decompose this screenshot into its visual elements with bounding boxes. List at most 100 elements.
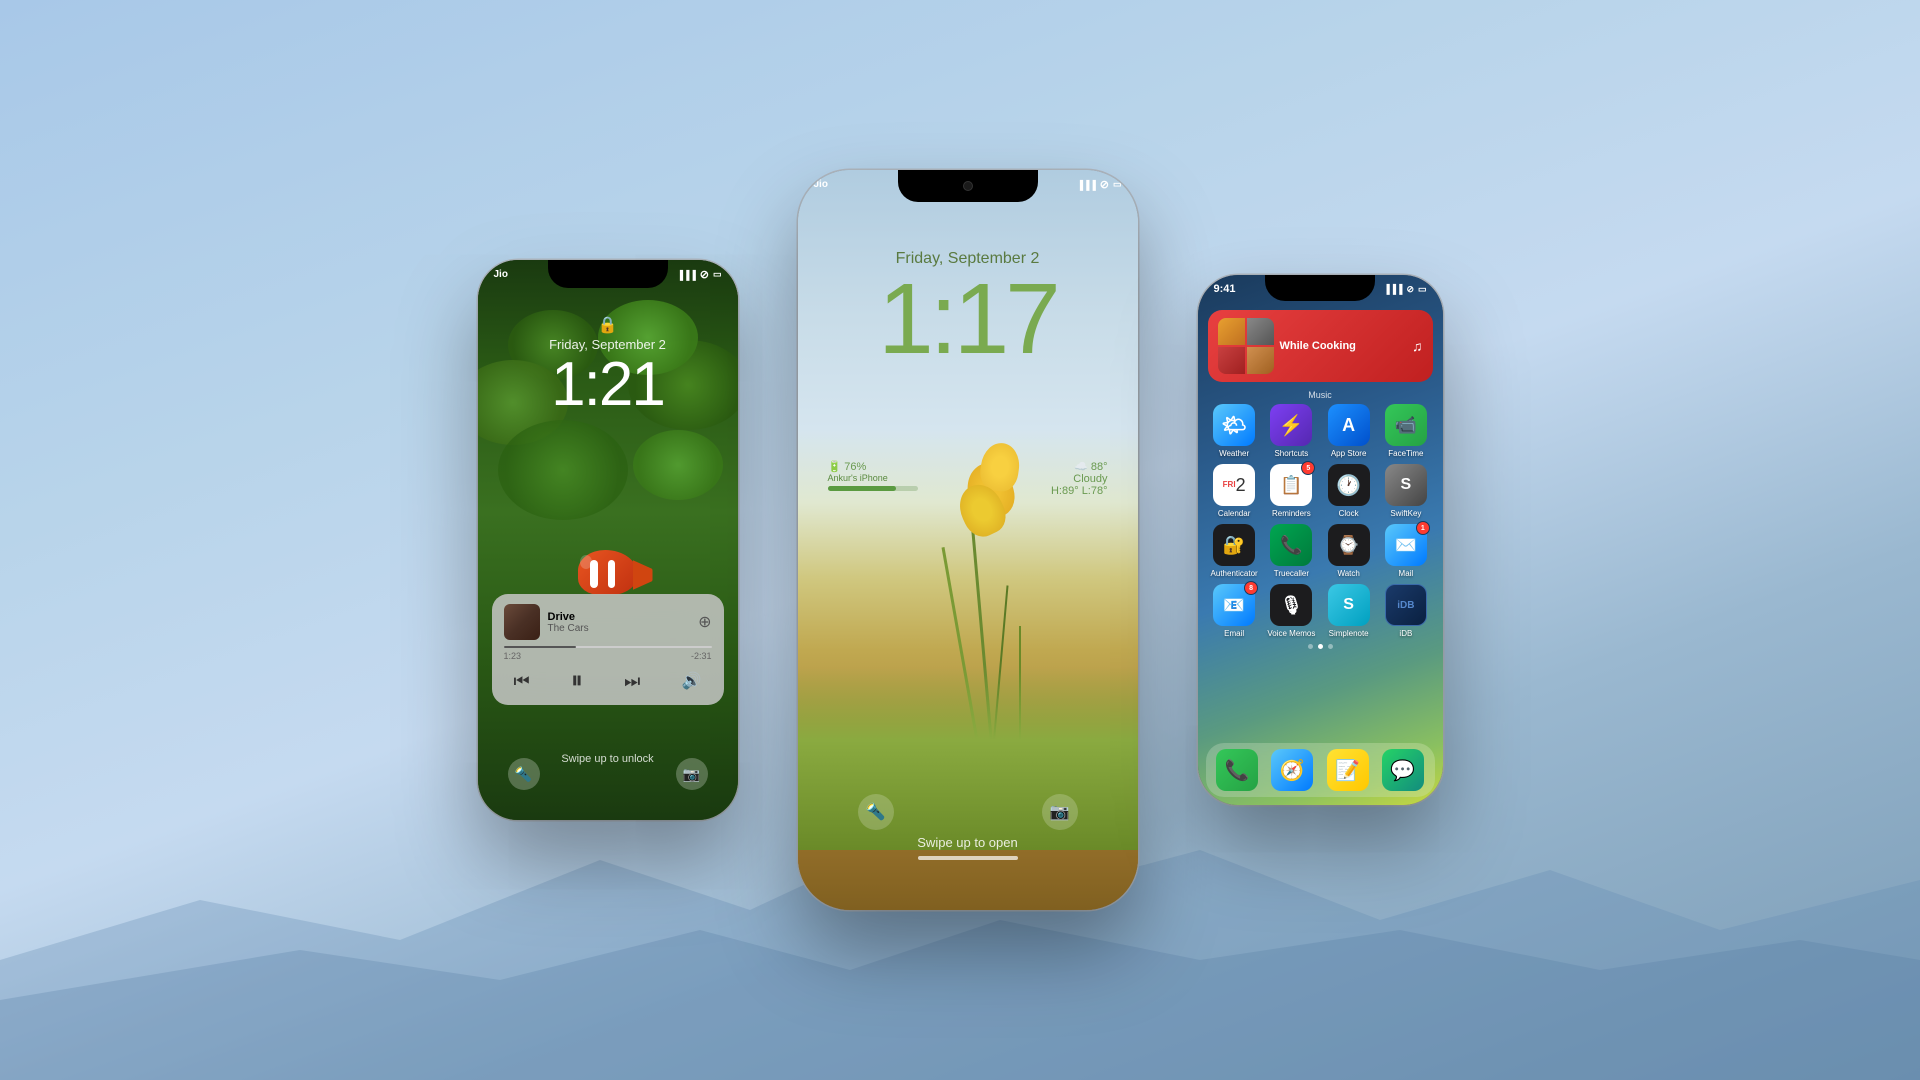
- app-row-1: 🌤 Weather ⚡ Shortcuts A Ap: [1208, 404, 1433, 458]
- left-carrier: Jio: [494, 269, 508, 280]
- app-shortcuts[interactable]: ⚡ Shortcuts: [1265, 404, 1318, 458]
- music-player[interactable]: Drive The Cars ⊕ 1:23 -2:31 ⏮ ⏸ ⏭ 🔊: [492, 594, 724, 705]
- flower-scene: [798, 443, 1138, 850]
- play-pause-button[interactable]: ⏸: [571, 667, 583, 695]
- banner-text: While Cooking: [1280, 340, 1407, 352]
- center-notch: [898, 170, 1038, 202]
- dot-1: [1308, 644, 1313, 649]
- app-swiftkey[interactable]: S SwiftKey: [1379, 464, 1432, 518]
- calendar-icon: FRI 2: [1213, 464, 1255, 506]
- app-truecaller[interactable]: 📞 Truecaller: [1265, 524, 1318, 578]
- music-times: 1:23 -2:31: [504, 651, 712, 661]
- voicememos-icon: 🎙: [1270, 584, 1312, 626]
- app-simplenote[interactable]: S Simplenote: [1322, 584, 1375, 638]
- center-battery-icon: ▭: [1113, 179, 1122, 190]
- home-content: While Cooking ♫ Music 🌤 Weather: [1198, 310, 1443, 805]
- dot-3: [1328, 644, 1333, 649]
- weather-widget: ☁️ 88° Cloudy H:89° L:78°: [1051, 460, 1108, 497]
- app-mail[interactable]: ✉️ 1 Mail: [1379, 524, 1432, 578]
- right-signal-icon: ▐▐▐: [1383, 284, 1402, 294]
- battery-widget: 🔋 76% Ankur's iPhone: [828, 460, 918, 497]
- facetime-icon: 📹: [1385, 404, 1427, 446]
- app-clock[interactable]: 🕐 Clock: [1322, 464, 1375, 518]
- clock-icon: 🕐: [1328, 464, 1370, 506]
- app-calendar[interactable]: FRI 2 Calendar: [1208, 464, 1261, 518]
- album-cell-1: [1218, 318, 1245, 345]
- dock-whatsapp[interactable]: 💬: [1377, 749, 1428, 791]
- watch-icon: ⌚: [1328, 524, 1370, 566]
- battery-icon: ▭: [713, 269, 722, 280]
- right-time: 9:41: [1214, 283, 1236, 295]
- now-playing-banner[interactable]: While Cooking ♫: [1208, 310, 1433, 382]
- simplenote-label: Simplenote: [1329, 629, 1369, 638]
- weather-temp: 88°: [1091, 461, 1108, 473]
- lily-pad-5: [498, 420, 628, 520]
- dock-notes[interactable]: 📝: [1322, 749, 1373, 791]
- right-status-icons: ▐▐▐ ⊘ ▭: [1383, 284, 1426, 295]
- right-battery-icon: ▭: [1418, 284, 1427, 295]
- music-time-current: 1:23: [504, 651, 522, 661]
- mail-icon: ✉️ 1: [1385, 524, 1427, 566]
- music-progress-bar: [504, 646, 712, 648]
- app-facetime[interactable]: 📹 FaceTime: [1379, 404, 1432, 458]
- center-camera: [963, 181, 973, 191]
- phone-right: 9:41 ▐▐▐ ⊘ ▭: [1198, 275, 1443, 805]
- app-watch[interactable]: ⌚ Watch: [1322, 524, 1375, 578]
- center-status-icons: ▐▐▐ ⊘ ▭: [1077, 178, 1122, 191]
- right-wifi-icon: ⊘: [1406, 284, 1414, 295]
- app-email[interactable]: 📧 8 Email: [1208, 584, 1261, 638]
- music-title: Drive: [548, 611, 691, 623]
- page-dots: [1208, 644, 1433, 649]
- music-thumb-image: [504, 604, 540, 640]
- signal-icon: ▐▐▐: [677, 270, 696, 280]
- volume-icon[interactable]: 🔊: [682, 671, 702, 691]
- dock-notes-icon: 📝: [1327, 749, 1369, 791]
- center-carrier: Jio: [814, 179, 828, 190]
- next-button[interactable]: ⏭: [624, 671, 640, 692]
- battery-bar: [828, 486, 918, 491]
- truecaller-icon: 📞: [1270, 524, 1312, 566]
- idb-icon: iDB: [1385, 584, 1427, 626]
- center-flashlight-button[interactable]: 🔦: [858, 794, 894, 830]
- dock-phone[interactable]: 📞: [1212, 749, 1263, 791]
- weather-label: Weather: [1219, 449, 1249, 458]
- app-reminders[interactable]: 📋 5 Reminders: [1265, 464, 1318, 518]
- center-swipe-text: Swipe up to open: [798, 835, 1138, 850]
- left-time: 1:21: [478, 354, 738, 416]
- simplenote-icon: S: [1328, 584, 1370, 626]
- reminders-badge: 5: [1301, 461, 1315, 475]
- center-wifi-icon: ⊘: [1100, 178, 1109, 191]
- center-camera-button[interactable]: 📷: [1042, 794, 1078, 830]
- dock-safari-icon: 🧭: [1271, 749, 1313, 791]
- airplay-icon[interactable]: ⊕: [698, 612, 711, 632]
- weather-info: ☁️ 88°: [1051, 460, 1108, 473]
- battery-fill: [828, 486, 896, 491]
- swipe-line: [918, 856, 1018, 860]
- app-row-4: 📧 8 Email 🎙 Voice Memos S: [1208, 584, 1433, 638]
- album-cell-3: [1218, 347, 1245, 374]
- prev-button[interactable]: ⏮: [514, 671, 530, 692]
- watch-label: Watch: [1337, 569, 1359, 578]
- app-authenticator[interactable]: 🔐 Authenticator: [1208, 524, 1261, 578]
- album-cell-4: [1247, 347, 1274, 374]
- truecaller-label: Truecaller: [1274, 569, 1309, 578]
- music-time-remaining: -2:31: [691, 651, 712, 661]
- music-info: Drive The Cars: [548, 611, 691, 634]
- center-widgets: 🔋 76% Ankur's iPhone ☁️ 88° Cloudy: [828, 460, 1108, 497]
- mail-label: Mail: [1399, 569, 1414, 578]
- center-signal-icon: ▐▐▐: [1077, 180, 1096, 190]
- app-appstore[interactable]: A App Store: [1322, 404, 1375, 458]
- dock-safari[interactable]: 🧭: [1267, 749, 1318, 791]
- app-idb[interactable]: iDB iDB: [1379, 584, 1432, 638]
- left-screen: Jio ▐▐▐ ⊘ ▭ 🔒 Friday, September 2 1:21: [478, 260, 738, 820]
- dock: 📞 🧭 📝 💬: [1206, 743, 1435, 797]
- facetime-label: FaceTime: [1388, 449, 1423, 458]
- weather-high: H:89°: [1051, 485, 1079, 497]
- app-weather[interactable]: 🌤 Weather: [1208, 404, 1261, 458]
- shortcuts-label: Shortcuts: [1274, 449, 1308, 458]
- reminders-label: Reminders: [1272, 509, 1311, 518]
- app-voicememos[interactable]: 🎙 Voice Memos: [1265, 584, 1318, 638]
- left-lock-content: 🔒 Friday, September 2 1:21: [478, 315, 738, 416]
- dock-whatsapp-icon: 💬: [1382, 749, 1424, 791]
- left-swipe-text: Swipe up to unlock: [478, 753, 738, 765]
